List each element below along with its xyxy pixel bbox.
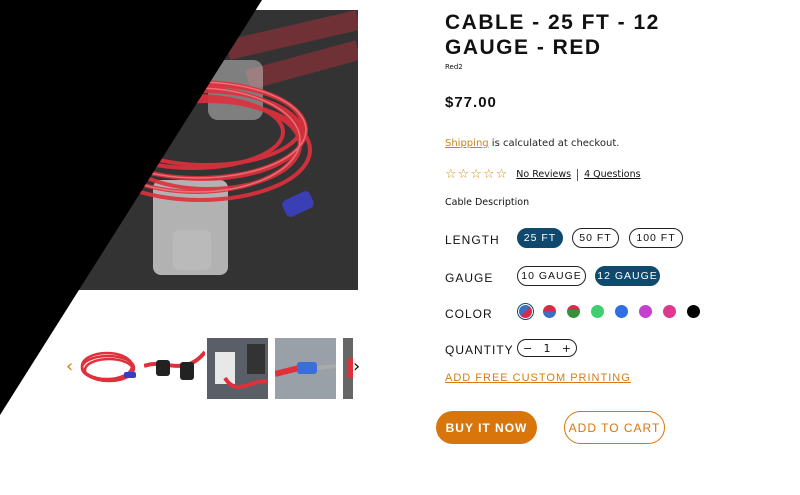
color-label: COLOR: [445, 307, 493, 321]
shipping-note: Shipping is calculated at checkout.: [445, 138, 619, 149]
length-option-100ft[interactable]: 100 FT: [629, 228, 683, 248]
length-option-50ft[interactable]: 50 FT: [572, 228, 619, 248]
color-swatch-black[interactable]: [687, 305, 700, 318]
product-gallery: ‹ ›: [0, 0, 430, 495]
gauge-label: GAUGE: [445, 271, 494, 285]
color-swatch-royal-blue[interactable]: [615, 305, 628, 318]
quantity-value[interactable]: 1: [544, 342, 551, 355]
thumbnail-2[interactable]: [144, 338, 205, 399]
thumbnail-4[interactable]: [275, 338, 336, 399]
product-sku: Red2: [445, 63, 463, 71]
color-swatch-blue[interactable]: [543, 305, 556, 318]
product-description: Cable Description: [445, 197, 530, 208]
thumbnail-1[interactable]: [78, 338, 139, 399]
length-label: LENGTH: [445, 233, 500, 247]
color-swatch-lime[interactable]: [591, 305, 604, 318]
product-title: CABLE - 25 FT - 12 GAUGE - RED: [445, 11, 660, 59]
questions-link[interactable]: 4 Questions: [584, 169, 641, 180]
custom-printing-link[interactable]: ADD FREE CUSTOM PRINTING: [445, 372, 631, 384]
thumbnail-5[interactable]: [343, 338, 353, 399]
divider: [577, 168, 579, 181]
color-swatches: [517, 303, 700, 322]
quantity-stepper: − 1 +: [517, 339, 577, 357]
chevron-left-icon[interactable]: ‹: [66, 358, 73, 376]
shipping-link[interactable]: Shipping: [445, 138, 489, 149]
color-swatch-green[interactable]: [567, 305, 580, 318]
plus-icon[interactable]: +: [562, 342, 571, 355]
product-info: CABLE - 25 FT - 12 GAUGE - RED Red2 $77.…: [436, 10, 785, 444]
color-swatch-red[interactable]: [519, 305, 532, 318]
minus-icon[interactable]: −: [523, 342, 532, 355]
product-price: $77.00: [445, 94, 497, 111]
color-swatch-pink[interactable]: [663, 305, 676, 318]
add-to-cart-button[interactable]: ADD TO CART: [564, 411, 665, 444]
shipping-text: is calculated at checkout.: [488, 138, 620, 149]
quantity-label: QUANTITY: [445, 343, 514, 357]
rating-stars-icon: ☆☆☆☆☆: [445, 167, 509, 182]
color-swatch-purple[interactable]: [639, 305, 652, 318]
gauge-option-10[interactable]: 10 GAUGE: [517, 266, 586, 286]
thumbnail-3[interactable]: [207, 338, 268, 399]
length-option-25ft[interactable]: 25 FT: [517, 228, 563, 248]
reviews-row: ☆☆☆☆☆ No Reviews 4 Questions: [445, 167, 641, 182]
gauge-option-12[interactable]: 12 GAUGE: [595, 266, 660, 286]
reviews-link[interactable]: No Reviews: [516, 169, 571, 180]
thumbnail-strip: ‹ ›: [60, 338, 370, 402]
chevron-right-icon[interactable]: ›: [353, 358, 360, 376]
buy-now-button[interactable]: BUY IT NOW: [436, 411, 537, 444]
